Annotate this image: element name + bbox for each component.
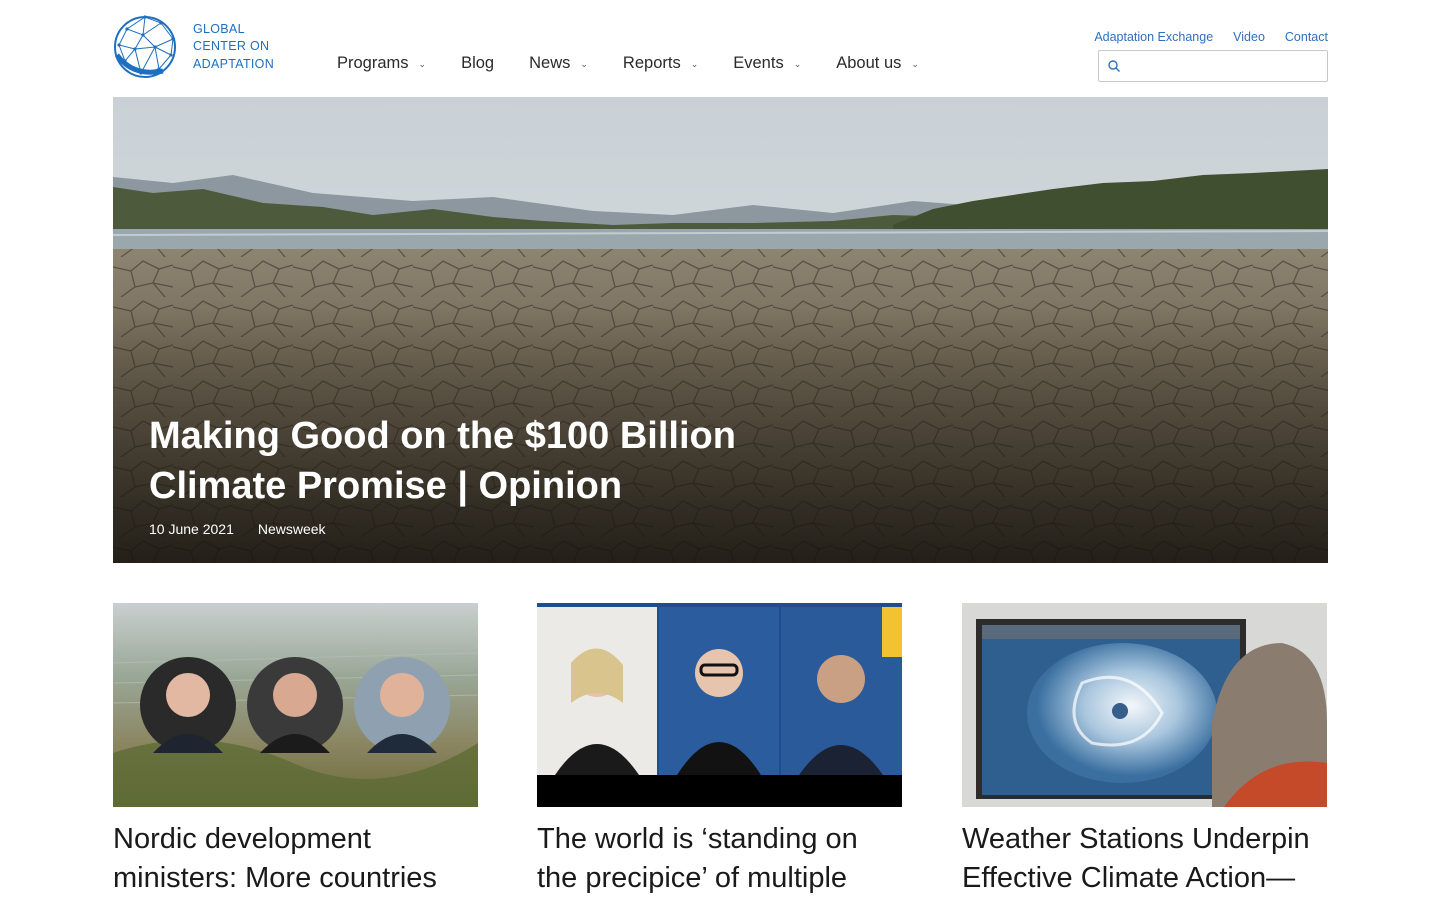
card-image: [537, 603, 902, 807]
link-contact[interactable]: Contact: [1285, 30, 1328, 44]
logo-line-3: ADAPTATION: [193, 56, 275, 71]
link-adaptation-exchange[interactable]: Adaptation Exchange: [1094, 30, 1213, 44]
chevron-down-icon: ⌄: [911, 59, 919, 69]
logo-wordmark: GLOBAL CENTER ON ADAPTATION: [193, 21, 274, 74]
site-logo[interactable]: GLOBAL CENTER ON ADAPTATION: [113, 14, 303, 80]
globe-logo-icon: [114, 15, 176, 78]
nav-item-events[interactable]: Events ⌄: [733, 54, 801, 73]
nav-label: News: [529, 54, 571, 72]
logo-line-1: GLOBAL: [193, 21, 245, 36]
search-box: [1098, 50, 1328, 82]
chevron-down-icon: ⌄: [418, 59, 427, 69]
nav-label: Programs: [337, 54, 409, 72]
hero-source: Newsweek: [257, 521, 326, 537]
card-image: [962, 603, 1327, 807]
chevron-down-icon: ⌄: [690, 59, 699, 69]
nav-item-news[interactable]: News ⌄: [529, 54, 588, 73]
logo-line-2: CENTER ON: [193, 39, 270, 54]
hero-date: 10 June 2021: [149, 521, 234, 537]
link-video[interactable]: Video: [1233, 30, 1265, 44]
nav-item-reports[interactable]: Reports ⌄: [623, 54, 698, 73]
nav-label: Events: [733, 54, 784, 72]
hero-title[interactable]: Making Good on the $100 Billion Climate …: [149, 411, 789, 511]
hero-feature[interactable]: Making Good on the $100 Billion Climate …: [113, 97, 1328, 563]
news-card[interactable]: The world is ‘standing on the precipice’…: [537, 603, 902, 898]
card-title[interactable]: The world is ‘standing on the precipice’…: [537, 820, 902, 898]
nav-item-programs[interactable]: Programs ⌄: [337, 54, 426, 73]
hero-meta: 10 June 2021 Newsweek: [149, 521, 326, 537]
card-title[interactable]: Weather Stations Underpin Effective Clim…: [962, 820, 1327, 898]
nav-label: About us: [836, 54, 902, 72]
search-icon[interactable]: [1107, 59, 1121, 73]
nav-item-about-us[interactable]: About us ⌄: [836, 54, 919, 73]
card-image: [113, 603, 478, 807]
chevron-down-icon: ⌄: [793, 59, 802, 69]
site-header: GLOBAL CENTER ON ADAPTATION Programs ⌄ B…: [113, 0, 1328, 97]
news-card[interactable]: Nordic development ministers: More count…: [113, 603, 478, 898]
card-title[interactable]: Nordic development ministers: More count…: [113, 820, 478, 898]
main-nav: Programs ⌄ Blog News ⌄ Reports ⌄ Events …: [337, 54, 919, 73]
nav-label: Blog: [461, 54, 495, 72]
utility-links: Adaptation Exchange Video Contact: [1094, 30, 1328, 44]
search-input[interactable]: [1127, 52, 1327, 80]
chevron-down-icon: ⌄: [580, 59, 588, 69]
nav-item-blog[interactable]: Blog: [461, 54, 494, 73]
nav-label: Reports: [622, 54, 681, 72]
news-card[interactable]: Weather Stations Underpin Effective Clim…: [962, 603, 1327, 898]
